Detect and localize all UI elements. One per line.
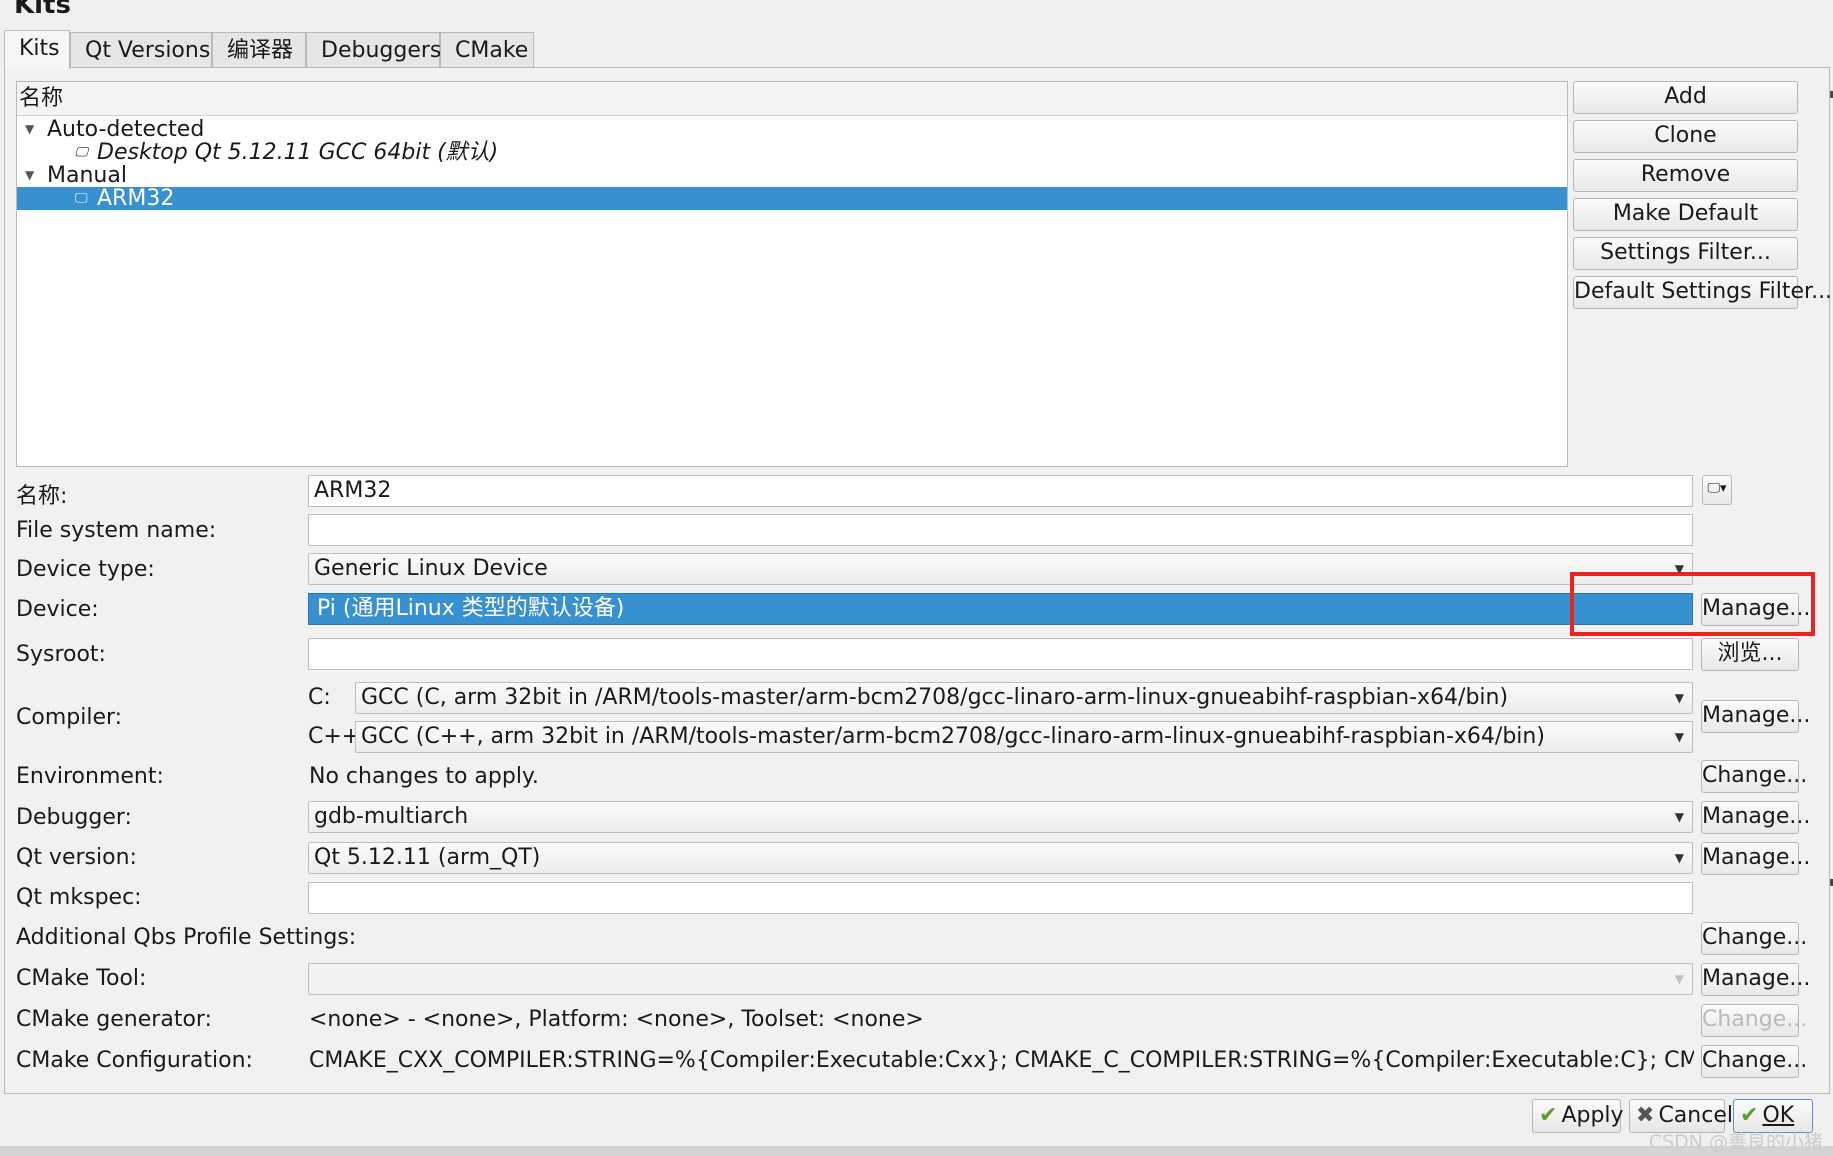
- qbs-settings-label: Additional Qbs Profile Settings:: [16, 925, 357, 950]
- dialog-title: Kits: [14, 0, 71, 20]
- environment-change-button[interactable]: Change...: [1701, 760, 1807, 793]
- cmake-tool-manage-button[interactable]: Manage...: [1701, 963, 1810, 996]
- sysroot-browse-button[interactable]: 浏览...: [1701, 638, 1799, 671]
- tree-group-auto-detected[interactable]: ▼ Auto-detected: [17, 118, 1567, 141]
- fs-name-label: File system name:: [16, 518, 217, 543]
- chevron-down-icon: ▼: [1674, 851, 1684, 865]
- settings-filter-button[interactable]: Settings Filter...: [1573, 237, 1798, 270]
- edge-mark: ▪: [1829, 86, 1833, 102]
- tab-kits[interactable]: Kits: [4, 30, 70, 69]
- qt-version-label: Qt version:: [16, 845, 137, 870]
- monitor-icon: 🖵: [75, 145, 88, 160]
- name-field[interactable]: ARM32: [308, 475, 1693, 507]
- tab-debuggers[interactable]: Debuggers: [306, 32, 441, 68]
- compiler-c-select[interactable]: GCC (C, arm 32bit in /ARM/tools-master/a…: [355, 682, 1693, 714]
- tree-row-label: Manual: [47, 163, 127, 188]
- ok-button-label: OK: [1762, 1103, 1795, 1128]
- environment-value: No changes to apply.: [309, 764, 539, 789]
- debugger-value: gdb-multiarch: [314, 804, 469, 829]
- compiler-manage-button[interactable]: Manage...: [1701, 700, 1810, 733]
- compiler-cpp-value: GCC (C++, arm 32bit in /ARM/tools-master…: [361, 724, 1545, 749]
- cmake-tool-select[interactable]: ▼: [308, 963, 1693, 995]
- device-select-highlighted[interactable]: Pi (通用Linux 类型的默认设备): [308, 593, 1693, 625]
- checkmark-icon: ✔: [1539, 1103, 1558, 1128]
- kits-tree[interactable]: 名称 ▼ Auto-detected 🖵 Desktop Qt 5.12.11 …: [16, 81, 1568, 467]
- cmake-generator-label: CMake generator:: [16, 1007, 212, 1032]
- tab-compilers[interactable]: 编译器: [212, 32, 306, 68]
- tree-item-arm32[interactable]: 🖵 ARM32: [17, 187, 1567, 210]
- sysroot-label: Sysroot:: [16, 642, 106, 667]
- debugger-manage-button[interactable]: Manage...: [1701, 801, 1810, 834]
- device-type-value: Generic Linux Device: [314, 556, 548, 581]
- tab-cmake[interactable]: CMake: [440, 32, 534, 68]
- default-settings-filter-button[interactable]: Default Settings Filter...: [1573, 276, 1832, 309]
- cmake-generator-change-button[interactable]: Change...: [1701, 1004, 1807, 1037]
- tab-qt-versions[interactable]: Qt Versions: [70, 32, 212, 68]
- name-label: 名称:: [16, 484, 68, 509]
- tree-row-label: ARM32: [97, 186, 175, 211]
- chevron-down-icon: ▼: [1674, 810, 1684, 824]
- qbs-change-button[interactable]: Change...: [1701, 922, 1807, 955]
- debugger-label: Debugger:: [16, 805, 132, 830]
- window-bottom-edge: [0, 1146, 1833, 1156]
- apply-button-label: Apply: [1561, 1103, 1624, 1128]
- tree-group-manual[interactable]: ▼ Manual: [17, 164, 1567, 187]
- chevron-down-icon: ▼: [1674, 972, 1684, 986]
- apply-button[interactable]: ✔ Apply: [1532, 1099, 1624, 1133]
- tree-item-desktop-kit[interactable]: 🖵 Desktop Qt 5.12.11 GCC 64bit (默认): [17, 141, 1567, 164]
- device-type-label: Device type:: [16, 557, 155, 582]
- sysroot-field[interactable]: [308, 638, 1693, 670]
- cmake-tool-label: CMake Tool:: [16, 966, 147, 991]
- cmake-config-change-button[interactable]: Change...: [1701, 1045, 1807, 1078]
- annotation-highlight-box: [1570, 572, 1815, 636]
- fs-name-field[interactable]: [308, 514, 1693, 546]
- expand-triangle-icon[interactable]: ▼: [25, 118, 34, 141]
- qt-version-select[interactable]: Qt 5.12.11 (arm_QT) ▼: [308, 842, 1693, 874]
- add-button[interactable]: Add: [1573, 81, 1798, 114]
- qt-mkspec-label: Qt mkspec:: [16, 885, 142, 910]
- make-default-button[interactable]: Make Default: [1573, 198, 1798, 231]
- cmake-generator-value: <none> - <none>, Platform: <none>, Tools…: [309, 1007, 924, 1032]
- cmake-config-value: CMAKE_CXX_COMPILER:STRING=%{Compiler:Exe…: [309, 1048, 1694, 1073]
- device-label: Device:: [16, 597, 99, 622]
- compiler-cpp-select[interactable]: GCC (C++, arm 32bit in /ARM/tools-master…: [355, 721, 1693, 753]
- monitor-icon: 🖵▾: [1707, 481, 1727, 496]
- compiler-c-value: GCC (C, arm 32bit in /ARM/tools-master/a…: [361, 685, 1509, 710]
- qt-version-value: Qt 5.12.11 (arm_QT): [314, 845, 541, 870]
- qt-mkspec-field[interactable]: [308, 882, 1693, 914]
- tree-row-label: Auto-detected: [47, 117, 205, 142]
- chevron-down-icon: ▼: [1674, 730, 1684, 744]
- compiler-c-label: C:: [308, 685, 331, 710]
- monitor-icon: 🖵: [75, 191, 88, 206]
- cancel-button-label: Cancel: [1658, 1103, 1733, 1128]
- checkmark-icon: ✔: [1740, 1103, 1759, 1128]
- remove-button[interactable]: Remove: [1573, 159, 1798, 192]
- cmake-config-label: CMake Configuration:: [16, 1048, 253, 1073]
- watermark: CSDN @善良的小猪: [1648, 1131, 1823, 1153]
- chevron-down-icon: ▼: [1674, 691, 1684, 705]
- qt-version-manage-button[interactable]: Manage...: [1701, 842, 1810, 875]
- edge-mark: ▪: [1829, 874, 1833, 890]
- tree-row-label: Desktop Qt 5.12.11 GCC 64bit (默认): [97, 140, 499, 165]
- clone-button[interactable]: Clone: [1573, 120, 1798, 153]
- device-type-select[interactable]: Generic Linux Device ▼: [308, 553, 1693, 585]
- close-icon: ✖: [1636, 1103, 1655, 1128]
- compiler-label: Compiler:: [16, 705, 123, 730]
- tree-header-name: 名称: [17, 82, 1567, 116]
- debugger-select[interactable]: gdb-multiarch ▼: [308, 801, 1693, 833]
- expand-triangle-icon[interactable]: ▼: [25, 164, 34, 187]
- kit-icon-button[interactable]: 🖵▾: [1702, 475, 1732, 505]
- environment-label: Environment:: [16, 764, 164, 789]
